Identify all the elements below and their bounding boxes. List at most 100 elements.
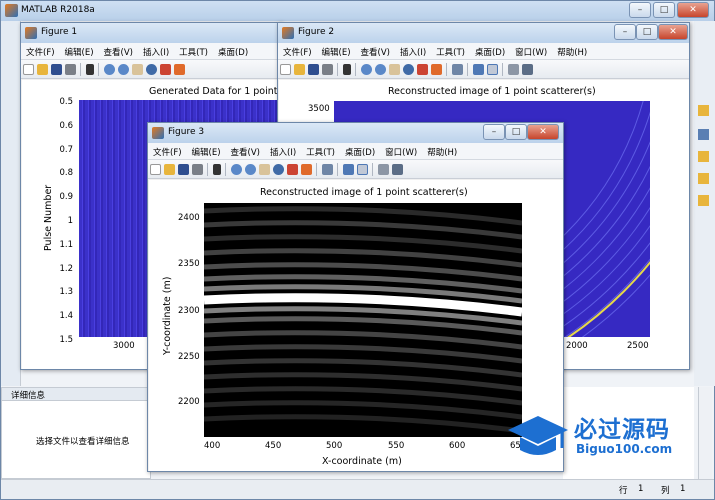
figure2-xtick-2000: 2000 xyxy=(566,341,588,351)
datacursor-icon[interactable] xyxy=(287,164,298,175)
dock-icon[interactable] xyxy=(392,164,403,175)
print-icon[interactable] xyxy=(192,164,203,175)
menu-edit[interactable]: 编辑(E) xyxy=(317,43,356,58)
legend-icon[interactable] xyxy=(357,164,368,175)
brush-icon[interactable] xyxy=(301,164,312,175)
tool-icon[interactable] xyxy=(698,129,709,140)
new-icon[interactable] xyxy=(280,64,291,75)
pointer-icon[interactable] xyxy=(343,64,351,75)
menu-insert[interactable]: 插入(I) xyxy=(395,43,431,58)
menu-view[interactable]: 查看(V) xyxy=(356,43,395,58)
pan-icon[interactable] xyxy=(259,164,270,175)
open-icon[interactable] xyxy=(294,64,305,75)
menu-tools[interactable]: 工具(T) xyxy=(431,43,470,58)
open-icon[interactable] xyxy=(37,64,48,75)
legend-icon[interactable] xyxy=(487,64,498,75)
figure3-titlebar[interactable]: Figure 3 – □ ✕ xyxy=(148,123,563,143)
figure2-maximize-button[interactable]: □ xyxy=(636,24,658,40)
menu-insert[interactable]: 插入(I) xyxy=(138,43,174,58)
figure2-titlebar[interactable]: Figure 2 – □ ✕ xyxy=(278,23,689,43)
figure3-fringes xyxy=(204,206,522,434)
menu-file[interactable]: 文件(F) xyxy=(278,43,317,58)
menu-file[interactable]: 文件(F) xyxy=(21,43,60,58)
figure3-title: Figure 3 xyxy=(168,127,205,137)
figure2-menubar: 文件(F) 编辑(E) 查看(V) 插入(I) 工具(T) 桌面(D) 窗口(W) 帮助(H) xyxy=(278,43,689,60)
folder-icon[interactable] xyxy=(698,173,709,184)
menu-window[interactable]: 窗口(W) xyxy=(380,143,422,158)
pan-icon[interactable] xyxy=(389,64,400,75)
figure1-ytick: 0.5 xyxy=(59,97,73,107)
brush-icon[interactable] xyxy=(431,64,442,75)
print-icon[interactable] xyxy=(322,64,333,75)
datacursor-icon[interactable] xyxy=(160,64,171,75)
figure1-titlebar[interactable]: Figure 1 xyxy=(21,23,281,43)
rotate-icon[interactable] xyxy=(273,164,284,175)
hide-tools-icon[interactable] xyxy=(378,164,389,175)
menu-edit[interactable]: 编辑(E) xyxy=(187,143,226,158)
vertical-scrollbar[interactable] xyxy=(698,387,712,479)
figure3-ytick: 2400 xyxy=(178,213,200,223)
datacursor-icon[interactable] xyxy=(417,64,428,75)
zoom-out-icon[interactable] xyxy=(375,64,386,75)
zoom-out-icon[interactable] xyxy=(118,64,129,75)
minimize-button[interactable]: – xyxy=(629,2,651,18)
matlab-logo-icon xyxy=(5,4,18,17)
folder-icon[interactable] xyxy=(698,105,709,116)
close-button[interactable]: ✕ xyxy=(677,2,709,18)
folder-icon[interactable] xyxy=(698,195,709,206)
zoom-in-icon[interactable] xyxy=(361,64,372,75)
new-icon[interactable] xyxy=(23,64,34,75)
save-icon[interactable] xyxy=(51,64,62,75)
hide-tools-icon[interactable] xyxy=(508,64,519,75)
menu-view[interactable]: 查看(V) xyxy=(99,43,138,58)
figure3-close-button[interactable]: ✕ xyxy=(527,124,559,140)
open-icon[interactable] xyxy=(164,164,175,175)
menu-tools[interactable]: 工具(T) xyxy=(174,43,213,58)
zoom-out-icon[interactable] xyxy=(245,164,256,175)
figure1-xtick: 3000 xyxy=(113,341,135,351)
menu-view[interactable]: 查看(V) xyxy=(226,143,265,158)
menu-edit[interactable]: 编辑(E) xyxy=(60,43,99,58)
menu-file[interactable]: 文件(F) xyxy=(148,143,187,158)
menu-tools[interactable]: 工具(T) xyxy=(301,143,340,158)
figure3-minimize-button[interactable]: – xyxy=(483,124,505,140)
figure2-minimize-button[interactable]: – xyxy=(614,24,636,40)
matlab-titlebar[interactable]: MATLAB R2018a – □ ✕ xyxy=(1,1,714,21)
colorbar-icon[interactable] xyxy=(343,164,354,175)
save-icon[interactable] xyxy=(178,164,189,175)
figure3-xtick: 500 xyxy=(326,441,343,451)
colorbar-icon[interactable] xyxy=(473,64,484,75)
menu-help[interactable]: 帮助(H) xyxy=(422,143,462,158)
figure1-ytick: 1.2 xyxy=(59,263,73,274)
menu-window[interactable]: 窗口(W) xyxy=(510,43,552,58)
pan-icon[interactable] xyxy=(132,64,143,75)
figure1-title: Figure 1 xyxy=(41,27,78,37)
rotate-icon[interactable] xyxy=(146,64,157,75)
maximize-button[interactable]: □ xyxy=(653,2,675,18)
pointer-icon[interactable] xyxy=(86,64,94,75)
link-icon[interactable] xyxy=(452,64,463,75)
new-icon[interactable] xyxy=(150,164,161,175)
pointer-icon[interactable] xyxy=(213,164,221,175)
figure3-maximize-button[interactable]: □ xyxy=(505,124,527,140)
zoom-in-icon[interactable] xyxy=(231,164,242,175)
dock-icon[interactable] xyxy=(522,64,533,75)
link-icon[interactable] xyxy=(322,164,333,175)
figure2-close-button[interactable]: ✕ xyxy=(658,24,688,40)
folder-icon[interactable] xyxy=(698,151,709,162)
figure3-image[interactable] xyxy=(204,203,522,437)
print-icon[interactable] xyxy=(65,64,76,75)
figure3-ytick: 2350 xyxy=(178,259,200,269)
menu-desktop[interactable]: 桌面(D) xyxy=(213,43,253,58)
zoom-in-icon[interactable] xyxy=(104,64,115,75)
menu-desktop[interactable]: 桌面(D) xyxy=(340,143,380,158)
menu-desktop[interactable]: 桌面(D) xyxy=(470,43,510,58)
figure1-toolbar xyxy=(21,60,281,79)
rotate-icon[interactable] xyxy=(403,64,414,75)
menu-help[interactable]: 帮助(H) xyxy=(552,43,592,58)
save-icon[interactable] xyxy=(308,64,319,75)
brush-icon[interactable] xyxy=(174,64,185,75)
menu-insert[interactable]: 插入(I) xyxy=(265,143,301,158)
figure3-xtick: 400 xyxy=(204,441,221,451)
figure2-axes-title: Reconstructed image of 1 point scatterer… xyxy=(388,86,596,97)
